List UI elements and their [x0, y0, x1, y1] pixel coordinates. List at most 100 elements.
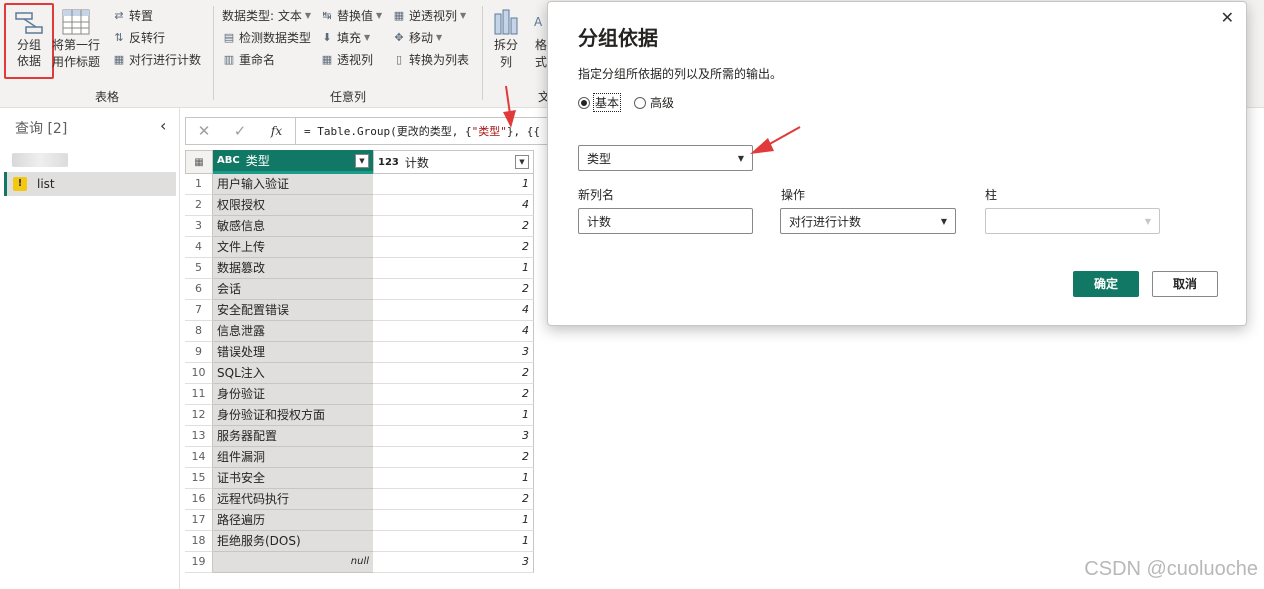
cell-count[interactable]: 1 — [373, 405, 534, 426]
row-number[interactable]: 2 — [185, 195, 213, 216]
table-row[interactable]: 16 远程代码执行 2 — [185, 489, 534, 510]
table-row[interactable]: 1 用户输入验证 1 — [185, 174, 534, 195]
cancel-button[interactable]: 取消 — [1152, 271, 1218, 297]
cell-type[interactable]: 错误处理 — [213, 342, 373, 363]
row-number[interactable]: 19 — [185, 552, 213, 573]
cell-type[interactable]: 身份验证和授权方面 — [213, 405, 373, 426]
table-row[interactable]: 5 数据篡改 1 — [185, 258, 534, 279]
table-row[interactable]: 6 会话 2 — [185, 279, 534, 300]
cell-count[interactable]: 4 — [373, 300, 534, 321]
table-menu-icon[interactable]: ▦ — [185, 150, 213, 174]
row-number[interactable]: 6 — [185, 279, 213, 300]
radio-basic[interactable]: 基本 — [578, 93, 622, 112]
operation-select[interactable]: 对行进行计数 ▼ — [780, 208, 956, 234]
cell-type[interactable]: 路径遍历 — [213, 510, 373, 531]
cell-count[interactable]: 2 — [373, 363, 534, 384]
cell-count[interactable]: 2 — [373, 279, 534, 300]
count-rows-button[interactable]: ▦ 对行进行计数 — [112, 51, 201, 68]
cell-count[interactable]: 4 — [373, 321, 534, 342]
cell-type[interactable]: 权限授权 — [213, 195, 373, 216]
format-button[interactable]: A 格 式 — [534, 8, 548, 70]
confirm-formula-icon[interactable]: ✓ — [222, 122, 258, 140]
cell-type[interactable]: 服务器配置 — [213, 426, 373, 447]
table-row[interactable]: 17 路径遍历 1 — [185, 510, 534, 531]
row-number[interactable]: 1 — [185, 174, 213, 195]
ok-button[interactable]: 确定 — [1073, 271, 1139, 297]
table-row[interactable]: 13 服务器配置 3 — [185, 426, 534, 447]
cell-count[interactable]: 4 — [373, 195, 534, 216]
data-type-dropdown[interactable]: 数据类型: 文本 ▼ — [222, 7, 311, 24]
replace-values-button[interactable]: ↹ 替换值 ▼ — [320, 7, 382, 24]
radio-advanced[interactable]: 高级 — [634, 94, 674, 111]
row-number[interactable]: 17 — [185, 510, 213, 531]
pivot-column-button[interactable]: ▦ 透视列 — [320, 51, 373, 68]
cell-count[interactable]: 1 — [373, 174, 534, 195]
cell-type[interactable]: 组件漏洞 — [213, 447, 373, 468]
group-column-select[interactable]: 类型 ▼ — [578, 145, 753, 171]
cell-type[interactable]: 身份验证 — [213, 384, 373, 405]
radio-basic-dot[interactable] — [578, 96, 590, 109]
text-type-icon[interactable]: ABC — [217, 155, 240, 166]
row-number[interactable]: 5 — [185, 258, 213, 279]
table-row[interactable]: 3 敏感信息 2 — [185, 216, 534, 237]
table-row[interactable]: 4 文件上传 2 — [185, 237, 534, 258]
query-item-list[interactable]: ! list — [4, 172, 176, 196]
transpose-button[interactable]: ⇄ 转置 — [112, 7, 153, 24]
detect-data-type-button[interactable]: ▤ 检测数据类型 — [222, 29, 311, 46]
cell-count[interactable]: 3 — [373, 342, 534, 363]
table-row[interactable]: 19 null 3 — [185, 552, 534, 573]
cell-type[interactable]: 数据篡改 — [213, 258, 373, 279]
split-column-button[interactable]: 拆分 列 — [492, 8, 520, 70]
cell-type[interactable]: SQL注入 — [213, 363, 373, 384]
cell-type[interactable]: 用户输入验证 — [213, 174, 373, 195]
cell-count[interactable]: 1 — [373, 258, 534, 279]
filter-dropdown-icon[interactable]: ▼ — [355, 154, 369, 168]
table-row[interactable]: 15 证书安全 1 — [185, 468, 534, 489]
use-first-row-as-headers-button[interactable]: 将第一行 用作标题 — [52, 8, 100, 70]
row-number[interactable]: 9 — [185, 342, 213, 363]
cell-count[interactable]: 2 — [373, 447, 534, 468]
close-icon[interactable]: ✕ — [1221, 8, 1234, 27]
table-row[interactable]: 9 错误处理 3 — [185, 342, 534, 363]
row-number[interactable]: 14 — [185, 447, 213, 468]
table-row[interactable]: 7 安全配置错误 4 — [185, 300, 534, 321]
row-number[interactable]: 3 — [185, 216, 213, 237]
cell-count[interactable]: 2 — [373, 237, 534, 258]
row-number[interactable]: 16 — [185, 489, 213, 510]
number-type-icon[interactable]: 123 — [378, 157, 399, 168]
reverse-rows-button[interactable]: ⇅ 反转行 — [112, 29, 165, 46]
cell-type[interactable]: 会话 — [213, 279, 373, 300]
cell-type[interactable]: null — [213, 552, 373, 573]
table-row[interactable]: 18 拒绝服务(DOS) 1 — [185, 531, 534, 552]
rename-button[interactable]: ▥ 重命名 — [222, 51, 275, 68]
row-number[interactable]: 15 — [185, 468, 213, 489]
cell-type[interactable]: 远程代码执行 — [213, 489, 373, 510]
blurred-query-item[interactable] — [12, 153, 68, 167]
unpivot-columns-button[interactable]: ▦ 逆透视列 ▼ — [392, 7, 466, 24]
table-row[interactable]: 10 SQL注入 2 — [185, 363, 534, 384]
row-number[interactable]: 11 — [185, 384, 213, 405]
table-row[interactable]: 12 身份验证和授权方面 1 — [185, 405, 534, 426]
cell-type[interactable]: 拒绝服务(DOS) — [213, 531, 373, 552]
cell-count[interactable]: 3 — [373, 426, 534, 447]
group-by-button[interactable]: 分组 依据 — [4, 3, 54, 79]
convert-to-list-button[interactable]: ▯ 转换为列表 — [392, 51, 469, 68]
row-number[interactable]: 4 — [185, 237, 213, 258]
cancel-formula-icon[interactable]: ✕ — [186, 122, 222, 140]
cell-type[interactable]: 证书安全 — [213, 468, 373, 489]
cell-count[interactable]: 2 — [373, 489, 534, 510]
cell-type[interactable]: 敏感信息 — [213, 216, 373, 237]
column-header-count[interactable]: 123 计数 ▼ — [373, 150, 534, 174]
cell-count[interactable]: 1 — [373, 510, 534, 531]
cell-count[interactable]: 1 — [373, 468, 534, 489]
table-row[interactable]: 2 权限授权 4 — [185, 195, 534, 216]
radio-advanced-dot[interactable] — [634, 96, 647, 109]
new-column-input[interactable]: 计数 — [578, 208, 753, 234]
cell-type[interactable]: 安全配置错误 — [213, 300, 373, 321]
cell-count[interactable]: 3 — [373, 552, 534, 573]
table-row[interactable]: 11 身份验证 2 — [185, 384, 534, 405]
column-select[interactable]: ▼ — [985, 208, 1160, 234]
cell-type[interactable]: 文件上传 — [213, 237, 373, 258]
row-number[interactable]: 10 — [185, 363, 213, 384]
row-number[interactable]: 12 — [185, 405, 213, 426]
